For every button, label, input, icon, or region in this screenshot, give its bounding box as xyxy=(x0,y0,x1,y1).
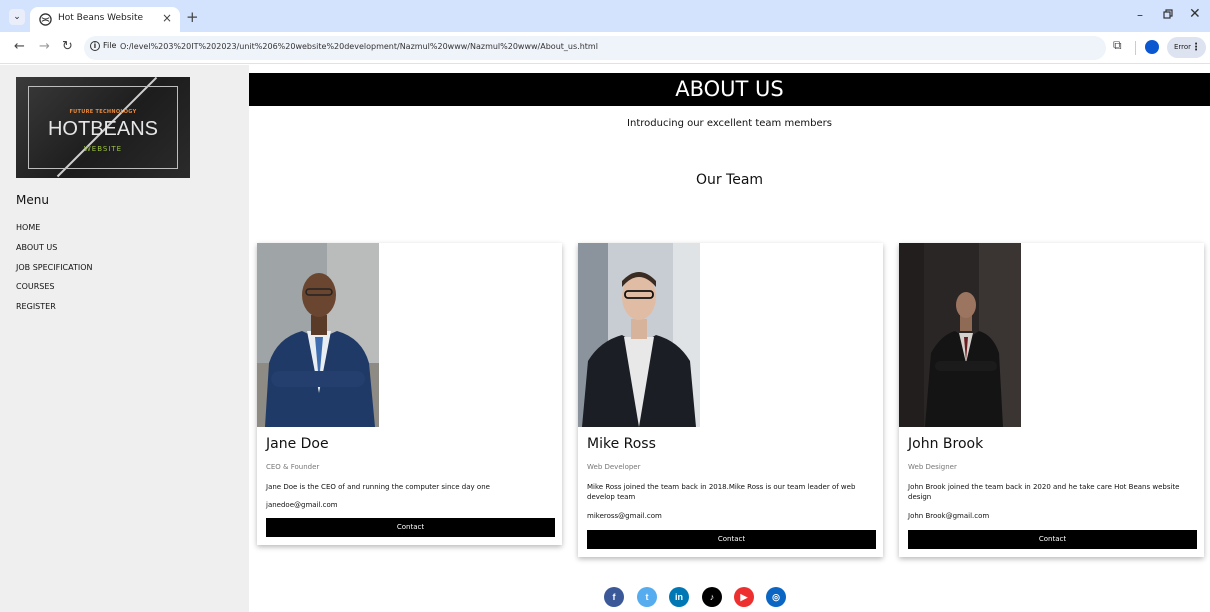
menu-title: Menu xyxy=(16,193,49,207)
sidebar: FUTURE TECHNOLOGY HOTBEANS WEBSITE Menu … xyxy=(0,65,249,612)
maximize-icon[interactable] xyxy=(1163,9,1173,19)
minimize-icon[interactable]: – xyxy=(1137,8,1143,22)
menu-item-home[interactable]: HOME xyxy=(16,223,40,232)
address-bar[interactable]: i File O:/level%203%20IT%202023/unit%206%… xyxy=(84,36,1184,60)
team-member-name: Jane Doe xyxy=(266,436,329,452)
page-title: ABOUT US xyxy=(249,73,1210,106)
menu-item-about-us[interactable]: ABOUT US xyxy=(16,243,57,252)
site-icon xyxy=(39,13,52,26)
file-label: File xyxy=(103,41,117,50)
info-icon: i xyxy=(90,41,100,51)
team-member-photo xyxy=(899,243,1021,427)
profile-error-chip[interactable]: Error ⋮ xyxy=(1167,37,1206,58)
team-member-email: janedoe@gmail.com xyxy=(266,501,338,509)
team-member-email: mikeross@gmail.com xyxy=(587,512,662,520)
contact-button[interactable]: Contact xyxy=(908,530,1197,549)
team-member-name: Mike Ross xyxy=(587,436,656,452)
close-icon[interactable]: ✕ xyxy=(1189,6,1201,22)
youtube-icon[interactable]: ▶ xyxy=(734,587,754,607)
logo-subtitle: WEBSITE xyxy=(83,145,123,153)
team-member-description: Jane Doe is the CEO of and running the c… xyxy=(266,483,490,491)
more-icon[interactable]: ⋮ xyxy=(1191,37,1201,58)
back-icon[interactable]: ← xyxy=(14,39,25,54)
tiktok-icon[interactable]: ♪ xyxy=(702,587,722,607)
linkedin-icon[interactable]: in xyxy=(669,587,689,607)
team-member-photo xyxy=(257,243,379,427)
team-member-name: John Brook xyxy=(908,436,984,452)
profile-icon[interactable] xyxy=(1145,40,1159,54)
team-card: John Brook Web Designer John Brook joine… xyxy=(899,243,1204,557)
profile-status: Error xyxy=(1174,43,1192,51)
menu-item-job-specification[interactable]: JOB SPECIFICATION xyxy=(16,263,93,272)
team-member-description: John Brook joined the team back in 2020 … xyxy=(908,483,1180,501)
twitter-icon[interactable]: t xyxy=(637,587,657,607)
instagram-icon[interactable]: ◎ xyxy=(766,587,786,607)
team-member-description: Mike Ross joined the team back in 2018.M… xyxy=(587,483,856,501)
team-member-email: John Brook@gmail.com xyxy=(908,512,990,520)
menu-item-courses[interactable]: COURSES xyxy=(16,282,55,291)
section-title: Our Team xyxy=(695,172,764,188)
new-tab-button[interactable]: + xyxy=(186,8,199,26)
menu-item-register[interactable]: REGISTER xyxy=(16,302,56,311)
contact-button[interactable]: Contact xyxy=(266,518,555,537)
extensions-icon[interactable]: ⧉ xyxy=(1113,38,1122,53)
site-info-chip[interactable]: i File xyxy=(90,41,116,51)
forward-icon[interactable]: → xyxy=(39,39,50,54)
reload-icon[interactable]: ↻ xyxy=(62,39,73,54)
team-card: Mike Ross Web Developer Mike Ross joined… xyxy=(578,243,883,557)
tab-title: Hot Beans Website xyxy=(58,13,144,23)
logo-tagline: FUTURE TECHNOLOGY xyxy=(69,109,137,115)
browser-tab-strip: ⌄ Hot Beans Website × + – ✕ xyxy=(0,0,1210,33)
tab-close-icon[interactable]: × xyxy=(162,11,172,25)
team-member-role: Web Developer xyxy=(587,463,641,471)
social-links: f t in ♪ ▶ ◎ xyxy=(604,587,804,607)
facebook-icon[interactable]: f xyxy=(604,587,624,607)
browser-tab[interactable]: Hot Beans Website × xyxy=(30,7,180,33)
team-member-role: Web Designer xyxy=(908,463,957,471)
url-text[interactable]: O:/level%203%20IT%202023/unit%206%20webs… xyxy=(120,42,598,51)
toolbar-divider xyxy=(1135,41,1136,55)
logo-wordmark: HOTBEANS xyxy=(47,118,159,140)
browser-toolbar: ← → ↻ i File O:/level%203%20IT%202023/uni… xyxy=(0,32,1210,64)
hotbeans-logo: FUTURE TECHNOLOGY HOTBEANS WEBSITE xyxy=(16,77,190,178)
team-member-photo xyxy=(578,243,700,427)
contact-button[interactable]: Contact xyxy=(587,530,876,549)
team-card: Jane Doe CEO & Founder Jane Doe is the C… xyxy=(257,243,562,545)
intro-text: Introducing our excellent team members xyxy=(627,118,832,129)
tab-menu-icon[interactable]: ⌄ xyxy=(9,9,25,25)
team-member-role: CEO & Founder xyxy=(266,463,320,471)
